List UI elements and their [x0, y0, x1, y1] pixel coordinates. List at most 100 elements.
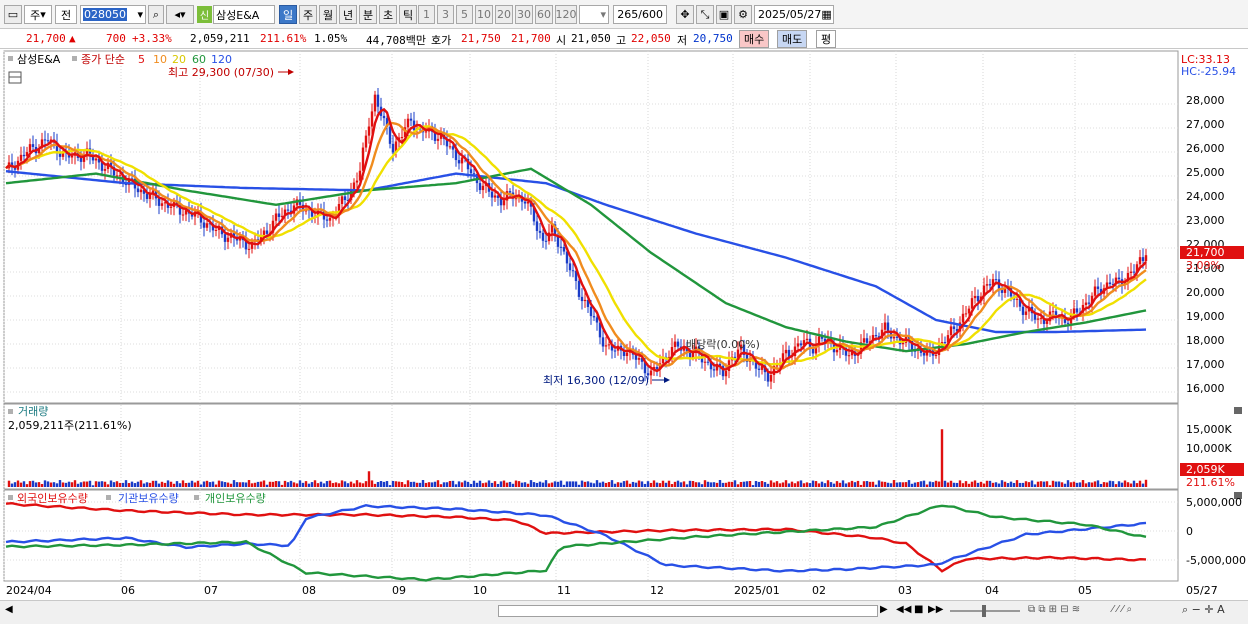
calendar-icon[interactable]: ▦: [821, 8, 833, 21]
volume-bar: [310, 482, 314, 487]
volume-bar: [28, 481, 32, 487]
volume-panel-frame: [3, 403, 1179, 490]
volume-bar: [1120, 482, 1124, 487]
candle-body: [559, 246, 563, 248]
sell-button[interactable]: 매도: [777, 30, 808, 48]
scroll-left-icon[interactable]: ◀: [5, 604, 13, 615]
interval-5[interactable]: 5: [456, 5, 473, 24]
prev-button[interactable]: 전: [55, 5, 77, 24]
play-forward-icon[interactable]: ▶▶: [928, 604, 943, 615]
volume-bar: [421, 480, 425, 487]
interval-1[interactable]: 1: [418, 5, 435, 24]
avg-button[interactable]: 평: [816, 30, 837, 48]
volume-bar: [943, 480, 947, 487]
volume-bar: [1075, 482, 1079, 487]
volume-bar: [301, 482, 305, 487]
volume-bar: [361, 483, 365, 487]
zoom-controls-icons[interactable]: ⌕ − ✛ A: [1182, 603, 1225, 617]
candle-body: [874, 335, 878, 337]
layout-icons[interactable]: ⧉ ⧉ ⊞ ⊟ ≋: [1028, 604, 1080, 615]
volume-bar: [847, 482, 851, 487]
interval-60[interactable]: 60: [535, 5, 553, 24]
volume-bar: [490, 482, 494, 487]
chart-scrollbar[interactable]: ◀ ▶ ◀◀ ■ ▶▶ ⧉ ⧉ ⊞ ⊟ ≋ ⁄ ⁄ ⁄ ⌕ ⌕ − ✛ A: [0, 600, 1248, 621]
volume-bar: [256, 481, 260, 487]
volume-bar: [1015, 480, 1019, 487]
search-icon[interactable]: ⌕: [148, 5, 164, 24]
volume-bar: [229, 483, 233, 487]
candle-body: [1144, 255, 1148, 262]
volume-bar: [268, 481, 272, 487]
zoom-slider-handle[interactable]: [982, 605, 986, 617]
volume-bar: [697, 482, 701, 487]
period-tab-year[interactable]: 년: [339, 5, 357, 24]
volume-bar: [313, 480, 317, 487]
scroll-thumb[interactable]: [498, 605, 878, 617]
volume-bar: [871, 481, 875, 487]
volume-bar: [652, 480, 656, 487]
period-tab-day[interactable]: 일: [279, 5, 297, 24]
candle-body: [1132, 271, 1136, 273]
holding-legend-square-icon: [8, 495, 13, 500]
candle-body: [157, 198, 161, 206]
volume-bar: [1042, 481, 1046, 487]
period-tab-second[interactable]: 초: [379, 5, 397, 24]
volume-bar: [55, 483, 59, 487]
legend-ma5: 5: [138, 53, 145, 66]
stop-icon[interactable]: ■: [914, 604, 923, 615]
volume-bar: [925, 484, 929, 487]
chevron-down-icon[interactable]: ▾: [137, 8, 145, 21]
period-tab-week[interactable]: 주: [299, 5, 317, 24]
volume-bar: [40, 483, 44, 487]
volume-bar: [19, 482, 23, 487]
gear-icon[interactable]: ⚙: [734, 5, 752, 24]
interval-5-label: 5: [461, 8, 468, 21]
interval-custom-select[interactable]: ▾: [579, 5, 609, 24]
volume-bar: [34, 482, 38, 487]
interval-120[interactable]: 120: [555, 5, 577, 24]
window-menu-icon[interactable]: ▭: [4, 5, 22, 24]
volume-bar: [1135, 483, 1139, 487]
volume-bar: [988, 480, 992, 487]
volume-bar: [112, 482, 116, 487]
volume-bar: [631, 481, 635, 487]
period-tab-tick[interactable]: 틱: [399, 5, 417, 24]
volume-bar: [985, 480, 989, 487]
volume-bar: [784, 480, 788, 487]
volume-bar: [1111, 481, 1115, 487]
badge-label: 신: [199, 11, 210, 22]
volume-bar: [793, 483, 797, 487]
speaker-icon[interactable]: ◂▾: [166, 5, 194, 24]
save-icon[interactable]: ▣: [716, 5, 732, 24]
stock-name-field[interactable]: 삼성E&A: [213, 5, 275, 24]
interval-30-label: 30: [517, 8, 531, 21]
open-label: 시: [556, 34, 567, 47]
volume-bar: [475, 482, 479, 487]
chart-svg: 삼성E&A 종가 단순 5 10 20 60 120 최고 29,300 (07…: [3, 50, 1246, 597]
interval-20[interactable]: 20: [495, 5, 513, 24]
draw-tools-icons[interactable]: ⁄ ⁄ ⁄ ⌕: [1112, 604, 1132, 615]
crosshair-icon[interactable]: ✥: [676, 5, 694, 24]
volume-bar: [349, 481, 353, 487]
period-unit-select[interactable]: 주 ▾: [24, 5, 52, 24]
scroll-right-icon[interactable]: ▶: [880, 604, 888, 615]
candle-body: [988, 284, 992, 286]
period-tab-minute[interactable]: 분: [359, 5, 377, 24]
interval-10[interactable]: 10: [475, 5, 493, 24]
interval-30[interactable]: 30: [515, 5, 533, 24]
period-tab-month[interactable]: 월: [319, 5, 337, 24]
stock-code-input[interactable]: 028050 ▾: [80, 5, 146, 24]
volume-bar: [430, 482, 434, 487]
play-back-icon[interactable]: ◀◀: [896, 604, 911, 615]
draw-line-icon[interactable]: ⤡: [696, 5, 714, 24]
volume-bar: [388, 485, 392, 487]
interval-3[interactable]: 3: [437, 5, 454, 24]
volume-panel-close-icon[interactable]: [1234, 407, 1242, 414]
volume-bar: [100, 481, 104, 487]
volume-bar: [103, 481, 107, 487]
buy-button[interactable]: 매수: [739, 30, 770, 48]
date-field[interactable]: 2025/05/27 ▦: [754, 5, 834, 24]
volume-bar: [427, 482, 431, 487]
count-field[interactable]: 265/600: [613, 5, 667, 24]
volume-bar: [394, 481, 398, 487]
